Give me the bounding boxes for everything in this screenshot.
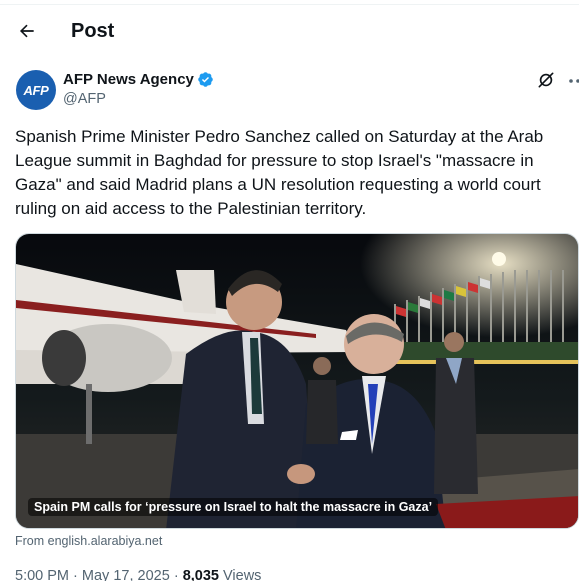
grok-icon[interactable] <box>536 70 556 90</box>
author-name-block: AFP News Agency @AFP <box>63 71 214 107</box>
views-count: 8,035 <box>182 568 219 581</box>
post-time[interactable]: 5:00 PM <box>15 568 69 581</box>
card-photo <box>16 234 578 528</box>
avatar-label: AFP <box>23 82 49 98</box>
back-button[interactable] <box>12 16 42 46</box>
author-row: AFP AFP News Agency @AFP <box>16 70 579 112</box>
post-text: Spanish Prime Minister Pedro Sanchez cal… <box>15 127 544 218</box>
author-display-name[interactable]: AFP News Agency <box>63 71 214 88</box>
card-source-link[interactable]: From english.alarabiya.net <box>15 534 162 548</box>
more-icon[interactable] <box>568 76 579 86</box>
meta-separator: · <box>73 568 78 581</box>
back-arrow-icon <box>19 24 34 38</box>
post-header: Post <box>0 14 579 50</box>
post-date[interactable]: May 17, 2025 <box>82 568 170 581</box>
top-divider <box>0 4 579 5</box>
post-meta: 5:00 PM · May 17, 2025 · 8,035 Views <box>15 568 261 581</box>
author-handle[interactable]: @AFP <box>63 91 214 107</box>
author-display-name-text: AFP News Agency <box>63 71 194 88</box>
card-caption: Spain PM calls for ‘pressure on Israel t… <box>28 498 439 516</box>
avatar[interactable]: AFP <box>16 70 56 110</box>
meta-separator-2: · <box>173 568 179 581</box>
link-card[interactable]: Spain PM calls for ‘pressure on Israel t… <box>15 233 579 529</box>
views-label: Views <box>223 568 262 581</box>
verified-badge-icon <box>198 72 213 87</box>
page-title: Post <box>71 20 115 42</box>
